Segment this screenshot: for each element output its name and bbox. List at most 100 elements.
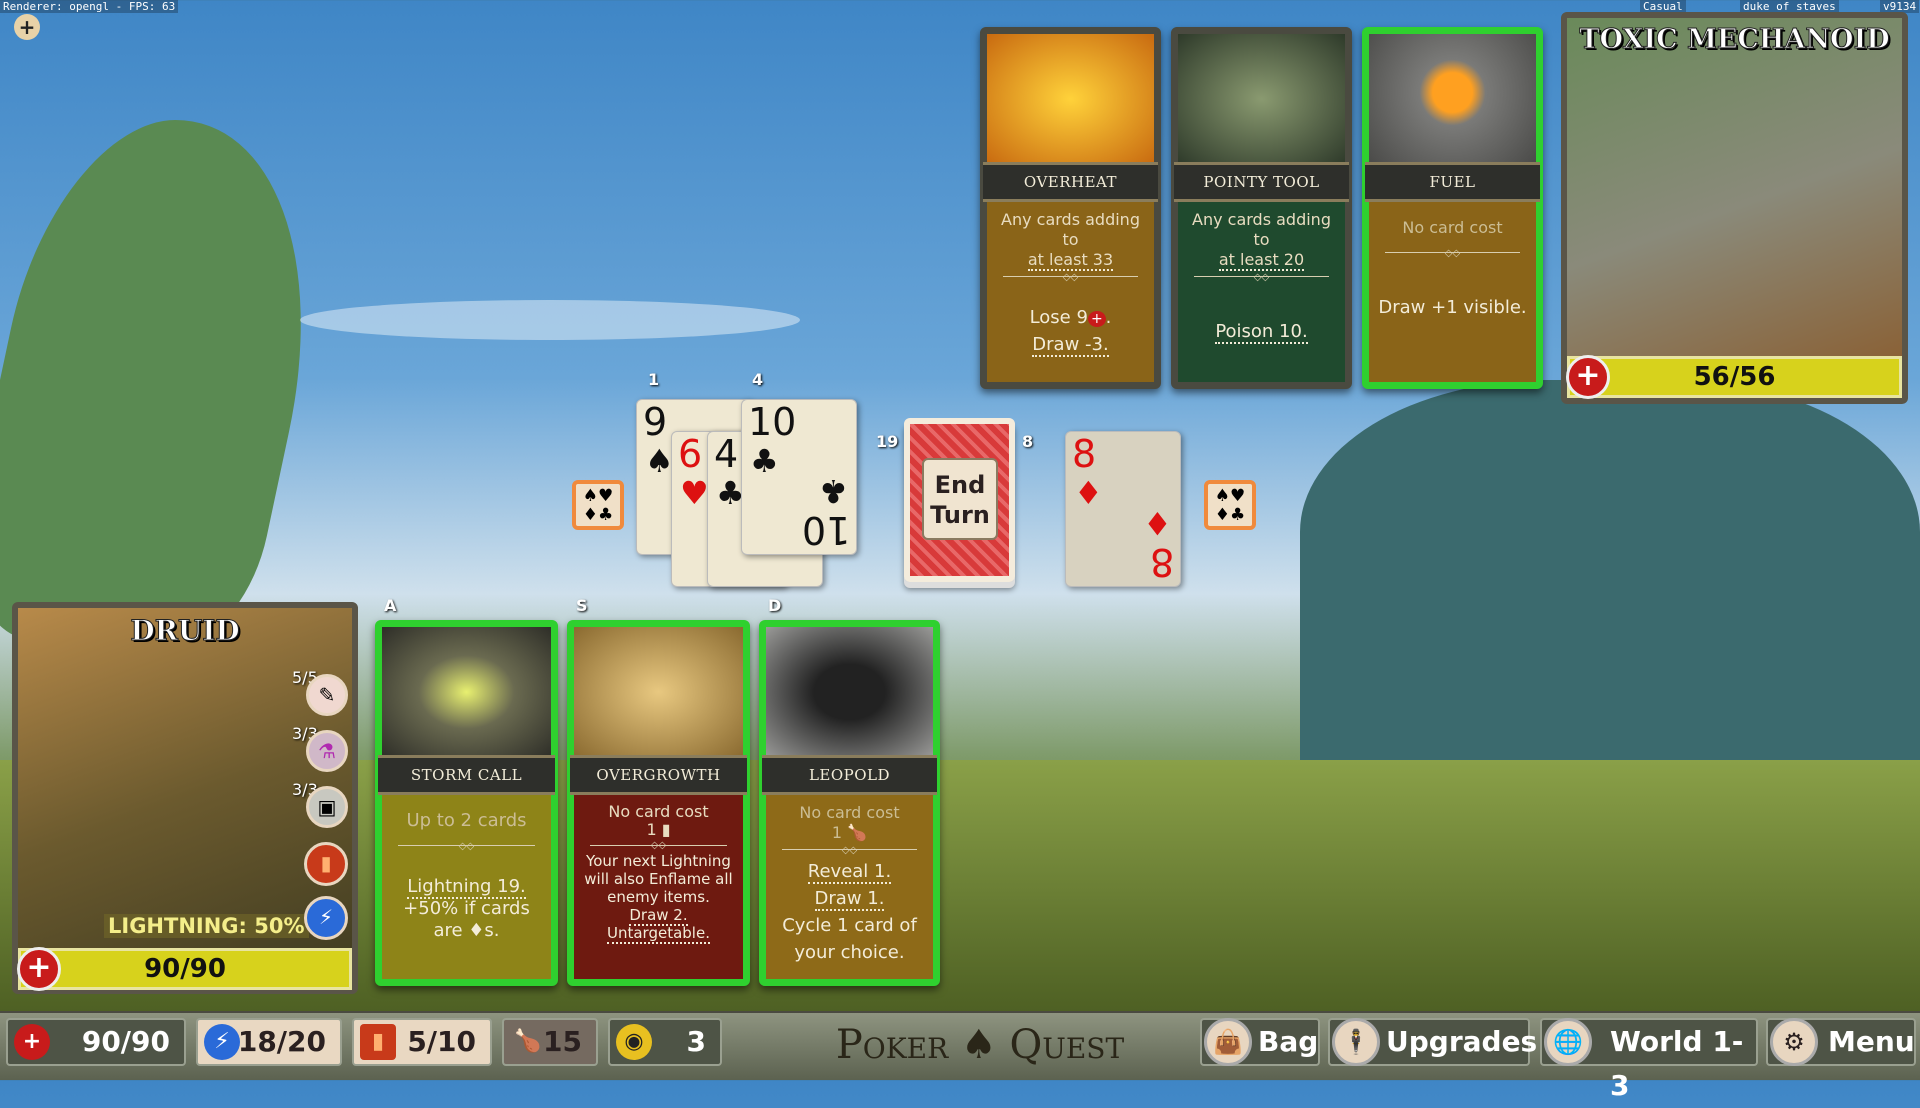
card-effect: Lightning 19. [407,876,526,899]
health-icon: + [17,947,61,991]
card-rank: 8 [1149,540,1174,584]
club-icon: ♣ [819,472,848,510]
card-effect: are ♦s. [433,920,500,941]
enemy-card-fuel[interactable]: FUEL No card cost Draw +1 visible. [1362,27,1543,389]
scenery-cloud [300,300,800,340]
world-map-button[interactable]: 🌐 World 1-3 [1540,1018,1758,1102]
hand-card-label: 1 [648,370,660,389]
club-icon: ♣ [750,442,779,480]
vine-art-icon [574,627,743,757]
diamond-icon: ♦ [1074,474,1103,512]
card-effect: Reveal 1. [807,861,892,884]
person-icon: 🕴 [1332,1018,1380,1066]
sort-by-suit-button-right[interactable]: ♠♥ ♦♣ [1204,480,1256,530]
player-card-storm-call[interactable]: STORM CALL Up to 2 cards Lightning 19.+5… [375,620,558,986]
potion-icon[interactable]: ⚗ [306,730,348,772]
deck-count: 19 [876,432,899,451]
sort-by-suit-button-left[interactable]: ♠♥ ♦♣ [572,480,624,530]
fire-art-icon [987,34,1154,164]
card-effect: Draw 1. [814,888,885,911]
divider [1194,276,1329,277]
card-rank: 9 [643,400,668,444]
divider [1385,252,1520,253]
hotkey-label: S [576,596,588,615]
player-name: DRUID [130,614,240,648]
card-title: LEOPOLD [762,755,937,795]
card-title: OVERHEAT [983,162,1158,202]
drumstick-icon: 🍗 [514,1029,542,1054]
gem-stat: ▮ 5/10 [352,1018,492,1066]
staff-art-icon [382,627,551,757]
card-rank: 10 [801,508,850,552]
end-turn-button[interactable]: End Turn [922,458,998,540]
food-stat: 🍗 15 [502,1018,598,1066]
enemy-hp: 56/56 [1693,362,1776,392]
enemy-name: TOXIC MECHANOID [1579,24,1890,56]
screwdriver-art-icon [1178,34,1345,164]
card-effect: Poison 10. [1215,321,1308,344]
jar-icon[interactable]: ▣ [306,786,348,828]
card-cost: No card cost [608,802,709,821]
hotkey-label: D [768,596,782,615]
card-title: OVERGROWTH [570,755,747,795]
poker-quest-logo: Poker ♠ Quest [835,1022,1125,1068]
card-effect-end: . [1105,307,1112,328]
gear-icon: ⚙ [1770,1018,1818,1066]
card-title: FUEL [1365,162,1540,202]
gem-icon: ▮ [360,1024,396,1060]
card-effect: will also Enflame all [584,870,733,888]
card-cost: No card cost [1402,218,1503,237]
chip-stat: ◉ 3 [608,1018,722,1066]
scenery-rock-left [0,120,356,640]
card-effect: enemy items. [607,888,710,906]
enemy-card-pointy-tool[interactable]: POINTY TOOL Any cards adding to at least… [1171,27,1352,389]
player-hp-bar: +90/90 [17,947,352,991]
menu-button[interactable]: ⚙ Menu [1766,1018,1916,1066]
globe-icon: 🌐 [1544,1018,1592,1066]
card-cost: Up to 2 cards [406,810,527,831]
lightning-icon: ⚡ [204,1024,240,1060]
bag-button[interactable]: 👜 Bag [1200,1018,1320,1066]
enemy-card-overheat[interactable]: OVERHEAT Any cards adding to at least 33… [980,27,1161,389]
card-rank: 10 [748,400,797,444]
scenery-mountain [1300,380,1920,760]
zoom-plus-button[interactable]: + [14,14,40,40]
card-effect: Lose 9 [1029,307,1088,328]
health-icon: + [1087,311,1106,327]
card-cost: Any cards adding to [1192,210,1331,249]
card-title: STORM CALL [378,755,555,795]
player-card-leopold[interactable]: LEOPOLD No card cost 1 🍗 Reveal 1. Draw 1… [759,620,940,986]
player-card-overgrowth[interactable]: OVERGROWTH No card cost 1 ▮ Your next Li… [567,620,750,986]
enemy-portrait[interactable]: TOXIC MECHANOID +56/56 [1561,12,1908,404]
card-effect: Untargetable. [607,924,710,944]
upgrades-button[interactable]: 🕴 Upgrades [1328,1018,1537,1066]
player-hp: 90/90 [144,954,226,984]
health-icon: + [14,1024,50,1060]
card-effect: Draw +1 visible. [1378,297,1527,318]
card-title: POINTY TOOL [1174,162,1349,202]
fuel-art-icon [1369,34,1536,164]
mana-stat: ⚡ 18/20 [196,1018,342,1066]
heart-icon: ♥ [680,474,709,512]
food-cost: 1 🍗 [831,823,868,842]
discard-card-8-diamonds: 8 ♦ 8 ♦ [1065,431,1181,587]
bag-icon: 👜 [1204,1018,1252,1066]
poker-chip-icon: ◉ [616,1024,652,1060]
card-rank: 8 [1072,432,1097,476]
divider [1003,276,1138,277]
lightning-ability-icon[interactable]: ⚡ [304,896,348,940]
hand-card-10-clubs[interactable]: 10 ♣ 10 ♣ [741,399,857,555]
discard-count: 8 [1022,432,1034,451]
spade-icon: ♠ [645,442,674,480]
gem-ability-icon[interactable]: ▮ [304,842,348,886]
card-cost: No card cost [799,803,900,822]
diamond-icon: ♦ [1143,504,1172,542]
lightning-bonus: LIGHTNING: 50% [104,914,309,938]
divider [782,849,917,850]
divider [590,845,727,846]
scroll-icon[interactable]: ✎ [306,674,348,716]
hp-stat: +90/90 [6,1018,186,1066]
card-effect: Draw 2. [629,906,688,926]
card-rank: 6 [678,432,703,476]
card-effect: Cycle 1 card of [782,915,917,936]
